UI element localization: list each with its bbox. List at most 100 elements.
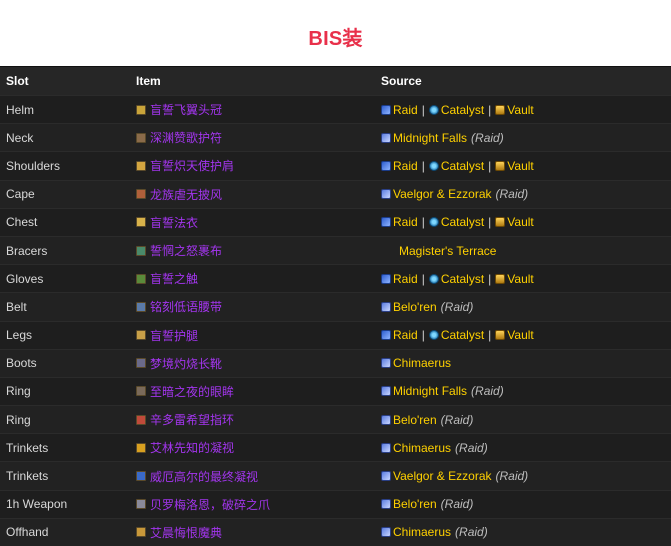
table-row: Gloves 盲誓之触 Raid | Catalyst | Vault [0, 264, 671, 292]
source-link[interactable]: Midnight Falls [393, 131, 467, 145]
item-cell: 深渊赞歌护符 [130, 129, 376, 146]
item-cell: 誓惘之怒裹布 [130, 242, 376, 259]
boss-icon [381, 358, 391, 369]
vault-icon [495, 273, 506, 284]
source-link[interactable]: Raid [393, 159, 418, 173]
slot-cell: Legs [6, 328, 33, 343]
item-link[interactable]: 誓惘之怒裹布 [150, 242, 222, 259]
item-link[interactable]: 艾晨悔恨魔典 [150, 524, 222, 541]
item-cell: 盲誓炽天使护肩 [130, 157, 376, 174]
table-row: Belt 铭刻低语腰带 Belo'ren (Raid) [0, 292, 671, 321]
source-link[interactable]: Chimaerus [393, 441, 451, 455]
source-link[interactable]: Belo'ren [393, 497, 437, 511]
source-link[interactable]: Vault [507, 215, 533, 229]
item-link[interactable]: 盲誓之触 [150, 270, 198, 287]
source-cell: Belo'ren (Raid) [376, 497, 671, 511]
chest-icon [136, 217, 146, 228]
trinket-icon [136, 442, 146, 453]
source-link[interactable]: Vault [507, 328, 533, 342]
source-link[interactable]: Raid [393, 272, 418, 286]
boss-icon [381, 471, 391, 482]
source-cell: Midnight Falls (Raid) [376, 384, 671, 398]
table-row: 1h Weapon 贝罗梅洛恩，破碎之爪 Belo'ren (Raid) [0, 489, 671, 518]
offhand-icon [136, 527, 146, 538]
source-separator: | [488, 271, 492, 286]
boss-icon [381, 189, 391, 200]
neck-icon [136, 132, 146, 143]
source-link[interactable]: Midnight Falls [393, 384, 467, 398]
item-link[interactable]: 威厄高尔的最终凝视 [150, 468, 258, 485]
source-link[interactable]: Belo'ren [393, 413, 437, 427]
item-link[interactable]: 盲誓炽天使护肩 [150, 157, 234, 174]
source-link[interactable]: Vaelgor & Ezzorak [393, 187, 492, 201]
catalyst-icon [428, 104, 439, 115]
source-link[interactable]: Raid [393, 328, 418, 342]
catalyst-icon [428, 330, 439, 341]
boots-icon [136, 358, 146, 369]
boss-icon [381, 499, 391, 510]
source-link[interactable]: Catalyst [441, 272, 484, 286]
belt-icon [136, 301, 146, 312]
item-link[interactable]: 至暗之夜的眼眸 [150, 383, 234, 400]
item-cell: 盲誓飞翼头冠 [130, 101, 376, 118]
boss-icon [381, 414, 391, 425]
source-link[interactable]: Catalyst [441, 328, 484, 342]
vault-icon [495, 160, 506, 171]
item-link[interactable]: 深渊赞歌护符 [150, 129, 222, 146]
ring-icon [136, 386, 146, 397]
table-row: Helm 盲誓飞翼头冠 Raid | Catalyst | Vault [0, 95, 671, 123]
boss-icon [381, 301, 391, 312]
source-link[interactable]: Catalyst [441, 215, 484, 229]
trinket2-icon [136, 471, 146, 482]
table-row: Boots 梦境灼烧长靴 Chimaerus [0, 348, 671, 377]
source-link[interactable]: Vaelgor & Ezzorak [393, 469, 492, 483]
catalyst-icon [428, 217, 439, 228]
source-separator: | [421, 215, 425, 230]
boss-icon [381, 442, 391, 453]
header-source: Source [381, 74, 422, 88]
header-slot: Slot [6, 74, 29, 88]
item-link[interactable]: 盲誓飞翼头冠 [150, 101, 222, 118]
item-link[interactable]: 铭刻低语腰带 [150, 298, 222, 315]
source-link[interactable]: Raid [393, 103, 418, 117]
source-separator: | [488, 158, 492, 173]
source-link[interactable]: Chimaerus [393, 525, 451, 539]
item-cell: 盲誓之触 [130, 270, 376, 287]
slot-cell: Gloves [6, 271, 44, 286]
item-link[interactable]: 龙族虐无披风 [150, 186, 222, 203]
item-link[interactable]: 贝罗梅洛恩，破碎之爪 [150, 496, 270, 513]
bracers-icon [136, 245, 146, 256]
source-note: (Raid) [471, 384, 504, 399]
item-link[interactable]: 盲誓法衣 [150, 214, 198, 231]
source-link[interactable]: Magister's Terrace [399, 244, 496, 258]
boss-icon [381, 132, 391, 143]
source-link[interactable]: Vault [507, 272, 533, 286]
cape-icon [136, 189, 146, 200]
source-cell: Magister's Terrace [376, 244, 671, 258]
catalyst-icon [428, 273, 439, 284]
item-link[interactable]: 艾林先知的凝视 [150, 439, 234, 456]
source-note: (Raid) [471, 130, 504, 145]
source-separator: | [421, 102, 425, 117]
source-cell: Midnight Falls (Raid) [376, 131, 671, 145]
item-link[interactable]: 盲誓护腿 [150, 327, 198, 344]
raid-icon [381, 217, 391, 228]
source-link[interactable]: Catalyst [441, 159, 484, 173]
item-link[interactable]: 辛多雷希望指环 [150, 411, 234, 428]
source-link[interactable]: Vault [507, 159, 533, 173]
source-link[interactable]: Vault [507, 103, 533, 117]
shoulders-icon [136, 160, 146, 171]
source-link[interactable]: Catalyst [441, 103, 484, 117]
item-cell: 威厄高尔的最终凝视 [130, 468, 376, 485]
table-row: Chest 盲誓法衣 Raid | Catalyst | Vault [0, 207, 671, 236]
boss-icon [381, 527, 391, 538]
slot-cell: Trinkets [6, 440, 49, 455]
source-link[interactable]: Raid [393, 215, 418, 229]
item-cell: 盲誓护腿 [130, 327, 376, 344]
source-cell: Belo'ren (Raid) [376, 300, 671, 314]
slot-cell: Belt [6, 299, 27, 314]
source-link[interactable]: Belo'ren [393, 300, 437, 314]
slot-cell: Chest [6, 215, 38, 230]
source-link[interactable]: Chimaerus [393, 356, 451, 370]
item-link[interactable]: 梦境灼烧长靴 [150, 355, 222, 372]
